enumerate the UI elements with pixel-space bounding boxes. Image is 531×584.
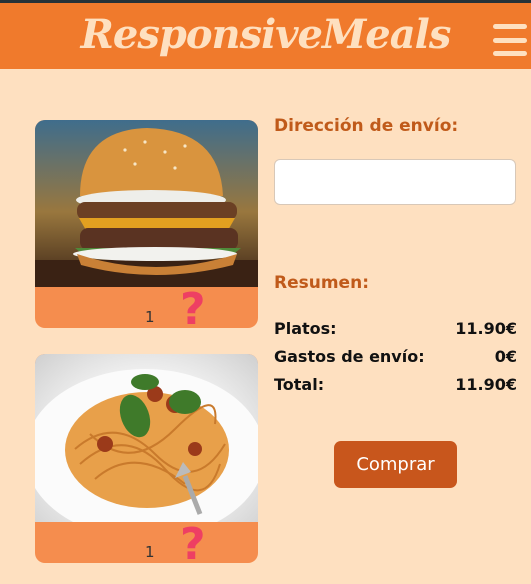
buy-button[interactable]: Comprar (334, 441, 457, 488)
summary-row-label: Platos: (274, 319, 337, 338)
question-mark-icon[interactable]: ? (180, 288, 206, 329)
burger-photo (35, 120, 258, 287)
quantity-value: 1 (145, 543, 155, 561)
shipping-address-input[interactable] (274, 159, 516, 205)
summary-row-label: Total: (274, 375, 325, 394)
product-card-burger[interactable]: 1 ? (35, 120, 258, 328)
summary-row-shipping: Gastos de envío: 0€ (274, 347, 517, 366)
summary-row-value: 0€ (494, 347, 517, 366)
hamburger-menu-icon[interactable] (493, 24, 527, 56)
product-card-spaghetti[interactable]: 1 ? (35, 354, 258, 563)
app-header: ResponsiveMeals (0, 3, 531, 69)
summary-row-label: Gastos de envío: (274, 347, 425, 366)
summary-row-total: Total: 11.90€ (274, 375, 517, 394)
summary-row-value: 11.90€ (455, 319, 517, 338)
spaghetti-photo (35, 354, 258, 522)
summary-label: Resumen: (274, 273, 369, 293)
summary-row-value: 11.90€ (455, 375, 517, 394)
quantity-value: 1 (145, 308, 155, 326)
question-mark-icon[interactable]: ? (180, 523, 206, 564)
shipping-address-label: Dirección de envío: (274, 116, 459, 136)
app-logo[interactable]: ResponsiveMeals (0, 11, 531, 58)
summary-row-platos: Platos: 11.90€ (274, 319, 517, 338)
